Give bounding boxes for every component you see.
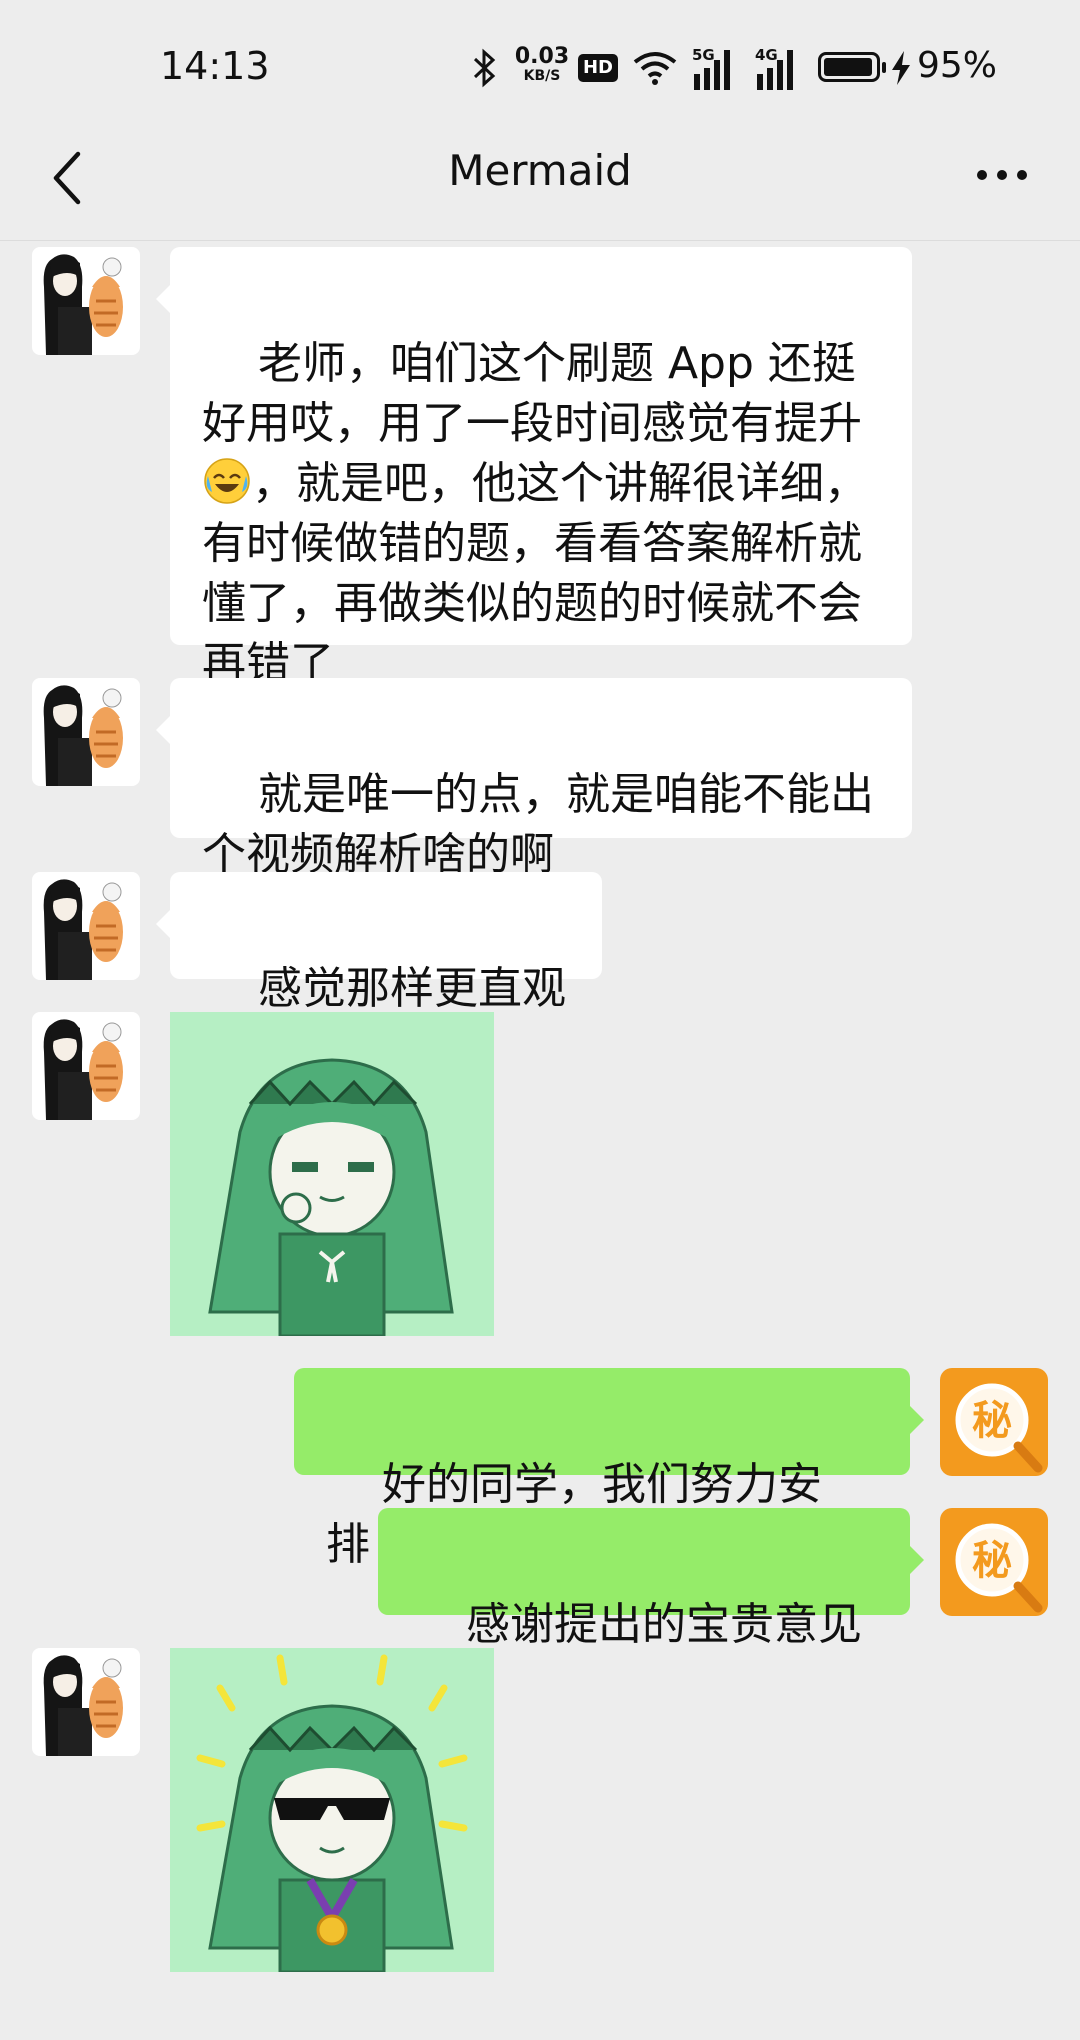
message-bubble[interactable]: 老师，咱们这个刷题 App 还挺好用哎，用了一段时间感觉有提升 ，就是吧，他这个… — [156, 247, 912, 689]
message-bubble-self[interactable]: 感谢提出的宝贵意见 — [378, 1508, 924, 1706]
message-text: 感谢提出的宝贵意见 — [465, 1599, 862, 1650]
battery-icon — [818, 52, 886, 82]
message-bubble[interactable]: 感觉那样更直观呢 — [156, 872, 602, 1074]
wifi-icon — [633, 52, 677, 85]
more-icon[interactable] — [972, 150, 1032, 200]
status-time: 14:13 — [160, 44, 270, 88]
message-bubble[interactable]: 就是唯一的点，就是咱能不能出个视频解析啥的啊 — [156, 678, 912, 880]
status-bar: 14:13 0.03 KB/S HD 5G 4G 95% — [0, 0, 1080, 140]
chat-title: Mermaid — [448, 146, 632, 195]
message-text-continued: ，就是吧，他这个讲解很详细，有时候做错的题，看看答案解析就懂了，再做类似的题的时… — [202, 458, 868, 689]
avatar[interactable] — [32, 1012, 140, 1120]
avatar[interactable] — [32, 678, 140, 786]
self-avatar-text: 秘 — [972, 1538, 1012, 1584]
signal-icon: 5G — [692, 46, 742, 90]
message-bubble-self[interactable]: 好的同学，我们努力安排！ — [294, 1368, 924, 1570]
hd-badge: HD — [578, 54, 618, 82]
net-speed-unit: KB/S — [523, 68, 561, 84]
avatar[interactable] — [32, 1648, 140, 1756]
status-icons: 0.03 KB/S HD 5G 4G 95% — [470, 40, 1030, 96]
battery-percent: 95% — [917, 45, 998, 86]
bluetooth-icon — [473, 48, 496, 88]
self-avatar[interactable]: 秘 — [940, 1508, 1048, 1616]
signal-icon-2: 4G — [755, 46, 805, 90]
signal-4g-label: 4G — [755, 46, 778, 64]
net-speed: 0.03 KB/S — [512, 44, 572, 85]
sticker-green-hair-girl-thinking[interactable] — [170, 1012, 494, 1336]
message-text: 就是唯一的点，就是咱能不能出个视频解析啥的啊 — [202, 769, 874, 880]
avatar[interactable] — [32, 247, 140, 355]
self-avatar[interactable]: 秘 — [940, 1368, 1048, 1476]
charging-icon — [892, 51, 910, 85]
laugh-cry-emoji — [204, 458, 250, 504]
avatar[interactable] — [32, 872, 140, 980]
sticker-green-hair-girl-sunglasses-medal[interactable] — [170, 1648, 494, 1972]
signal-5g-label: 5G — [692, 46, 715, 64]
self-avatar-text: 秘 — [972, 1398, 1012, 1444]
net-speed-value: 0.03 — [514, 44, 570, 69]
message-text: 老师，咱们这个刷题 App 还挺好用哎，用了一段时间感觉有提升 — [202, 338, 862, 449]
